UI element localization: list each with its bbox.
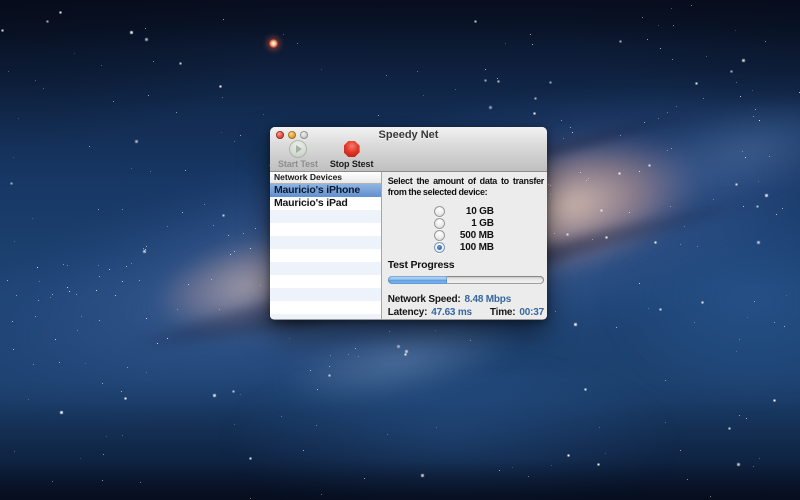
data-panel: Select the amount of data to transfer fr… [382, 172, 547, 319]
star-dust [590, 55, 800, 244]
radio-option-500mb[interactable]: 500 MB [434, 229, 544, 241]
device-list-header: Network Devices [270, 172, 381, 184]
title-bar[interactable]: Speedy Net [270, 127, 547, 142]
radio-icon [434, 206, 445, 217]
network-speed-label: Network Speed: [388, 293, 461, 306]
device-list: Network Devices Mauricio's iPhone Mauric… [270, 172, 382, 319]
star-field [0, 0, 1, 1]
test-progress-label: Test Progress [388, 259, 544, 271]
radio-label: 10 GB [452, 206, 494, 217]
network-speed-line: Network Speed: 8.48 Mbps [388, 293, 544, 306]
radio-label: 500 MB [452, 230, 494, 241]
latency-label: Latency: [388, 306, 428, 319]
data-size-radio-group: 10 GB 1 GB 500 MB 100 MB [434, 205, 544, 253]
radio-icon [434, 242, 445, 253]
latency-value: 47.63 ms [431, 306, 472, 319]
network-speed-value: 8.48 Mbps [465, 293, 512, 306]
window-title: Speedy Net [270, 127, 547, 143]
star-field [0, 0, 1, 1]
radio-icon [434, 230, 445, 241]
radio-option-10gb[interactable]: 10 GB [434, 205, 544, 217]
stop-icon [344, 141, 360, 157]
star-field [0, 0, 1, 1]
time-value: 00:37 [519, 306, 544, 319]
prompt-text: Select the amount of data to transfer fr… [388, 176, 544, 198]
progress-bar [388, 276, 544, 284]
window-content: Network Devices Mauricio's iPhone Mauric… [270, 172, 547, 319]
latency-time-line: Latency: 47.63 ms Time: 00:37 [388, 306, 544, 319]
speedy-net-window: Speedy Net Start Test Stop Stest Network… [270, 127, 547, 320]
radio-label: 1 GB [452, 218, 494, 229]
start-test-button[interactable]: Start Test [278, 140, 318, 169]
radio-label: 100 MB [452, 242, 494, 253]
nebula-glow [560, 160, 800, 440]
start-test-label: Start Test [278, 159, 318, 169]
stop-test-button[interactable]: Stop Stest [330, 141, 374, 169]
toolbar: Start Test Stop Stest [270, 142, 547, 172]
device-row-ipad[interactable]: Mauricio's iPad [270, 197, 381, 210]
device-row-iphone[interactable]: Mauricio's iPhone [270, 184, 381, 197]
time-label: Time: [490, 306, 516, 319]
red-star [269, 39, 278, 48]
device-list-empty-rows [270, 210, 381, 319]
radio-option-100mb[interactable]: 100 MB [434, 241, 544, 253]
stats: Network Speed: 8.48 Mbps Latency: 47.63 … [388, 293, 544, 319]
play-icon [289, 140, 307, 158]
radio-icon [434, 218, 445, 229]
stop-test-label: Stop Stest [330, 159, 374, 169]
nebula-glow [150, 330, 750, 500]
radio-option-1gb[interactable]: 1 GB [434, 217, 544, 229]
progress-fill [388, 276, 447, 284]
